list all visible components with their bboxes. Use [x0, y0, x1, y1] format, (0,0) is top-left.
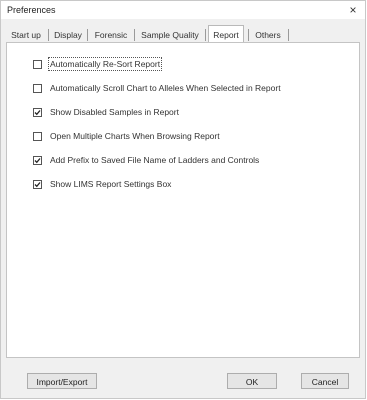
- close-icon[interactable]: ×: [346, 3, 360, 17]
- import-export-button[interactable]: Import/Export: [27, 373, 97, 389]
- title-bar: Preferences ×: [1, 1, 365, 19]
- option-label: Automatically Re-Sort Report: [47, 57, 163, 71]
- checkbox[interactable]: [33, 83, 42, 93]
- tab-forensic[interactable]: Forensic: [90, 28, 132, 42]
- preferences-dialog: Preferences × Start up Display Forensic …: [0, 0, 366, 399]
- option-open-multiple[interactable]: Open Multiple Charts When Browsing Repor…: [33, 129, 220, 143]
- report-tab-panel: Automatically Re-Sort Report Automatical…: [6, 42, 360, 358]
- checkmark-icon: [34, 181, 41, 187]
- checkbox[interactable]: [33, 59, 42, 69]
- checkmark-icon: [34, 157, 41, 163]
- cancel-button[interactable]: Cancel: [301, 373, 349, 389]
- option-label: Automatically Scroll Chart to Alleles Wh…: [50, 83, 281, 93]
- ok-button[interactable]: OK: [227, 373, 277, 389]
- option-auto-scroll[interactable]: Automatically Scroll Chart to Alleles Wh…: [33, 81, 281, 95]
- checkbox[interactable]: [33, 179, 42, 189]
- tab-separator: [87, 29, 88, 41]
- tab-others[interactable]: Others: [251, 28, 285, 42]
- tab-start-up[interactable]: Start up: [6, 28, 46, 42]
- window-title: Preferences: [7, 5, 56, 15]
- tab-separator: [288, 29, 289, 41]
- option-show-lims[interactable]: Show LIMS Report Settings Box: [33, 177, 171, 191]
- tab-sample-quality[interactable]: Sample Quality: [137, 28, 203, 42]
- option-add-prefix[interactable]: Add Prefix to Saved File Name of Ladders…: [33, 153, 259, 167]
- option-auto-resort[interactable]: Automatically Re-Sort Report: [33, 57, 163, 71]
- checkbox[interactable]: [33, 155, 42, 165]
- tab-separator: [134, 29, 135, 41]
- checkbox[interactable]: [33, 131, 42, 141]
- checkmark-icon: [34, 109, 41, 115]
- tab-separator: [205, 29, 206, 41]
- tab-strip: Start up Display Forensic Sample Quality…: [6, 25, 358, 43]
- tab-separator: [248, 29, 249, 41]
- tab-separator: [48, 29, 49, 41]
- checkbox[interactable]: [33, 107, 42, 117]
- option-show-disabled[interactable]: Show Disabled Samples in Report: [33, 105, 179, 119]
- option-label: Add Prefix to Saved File Name of Ladders…: [50, 155, 260, 165]
- tab-display[interactable]: Display: [51, 28, 85, 42]
- tab-report[interactable]: Report: [208, 25, 244, 43]
- option-label: Show LIMS Report Settings Box: [50, 179, 172, 189]
- option-label: Open Multiple Charts When Browsing Repor…: [50, 131, 220, 141]
- option-label: Show Disabled Samples in Report: [50, 107, 179, 117]
